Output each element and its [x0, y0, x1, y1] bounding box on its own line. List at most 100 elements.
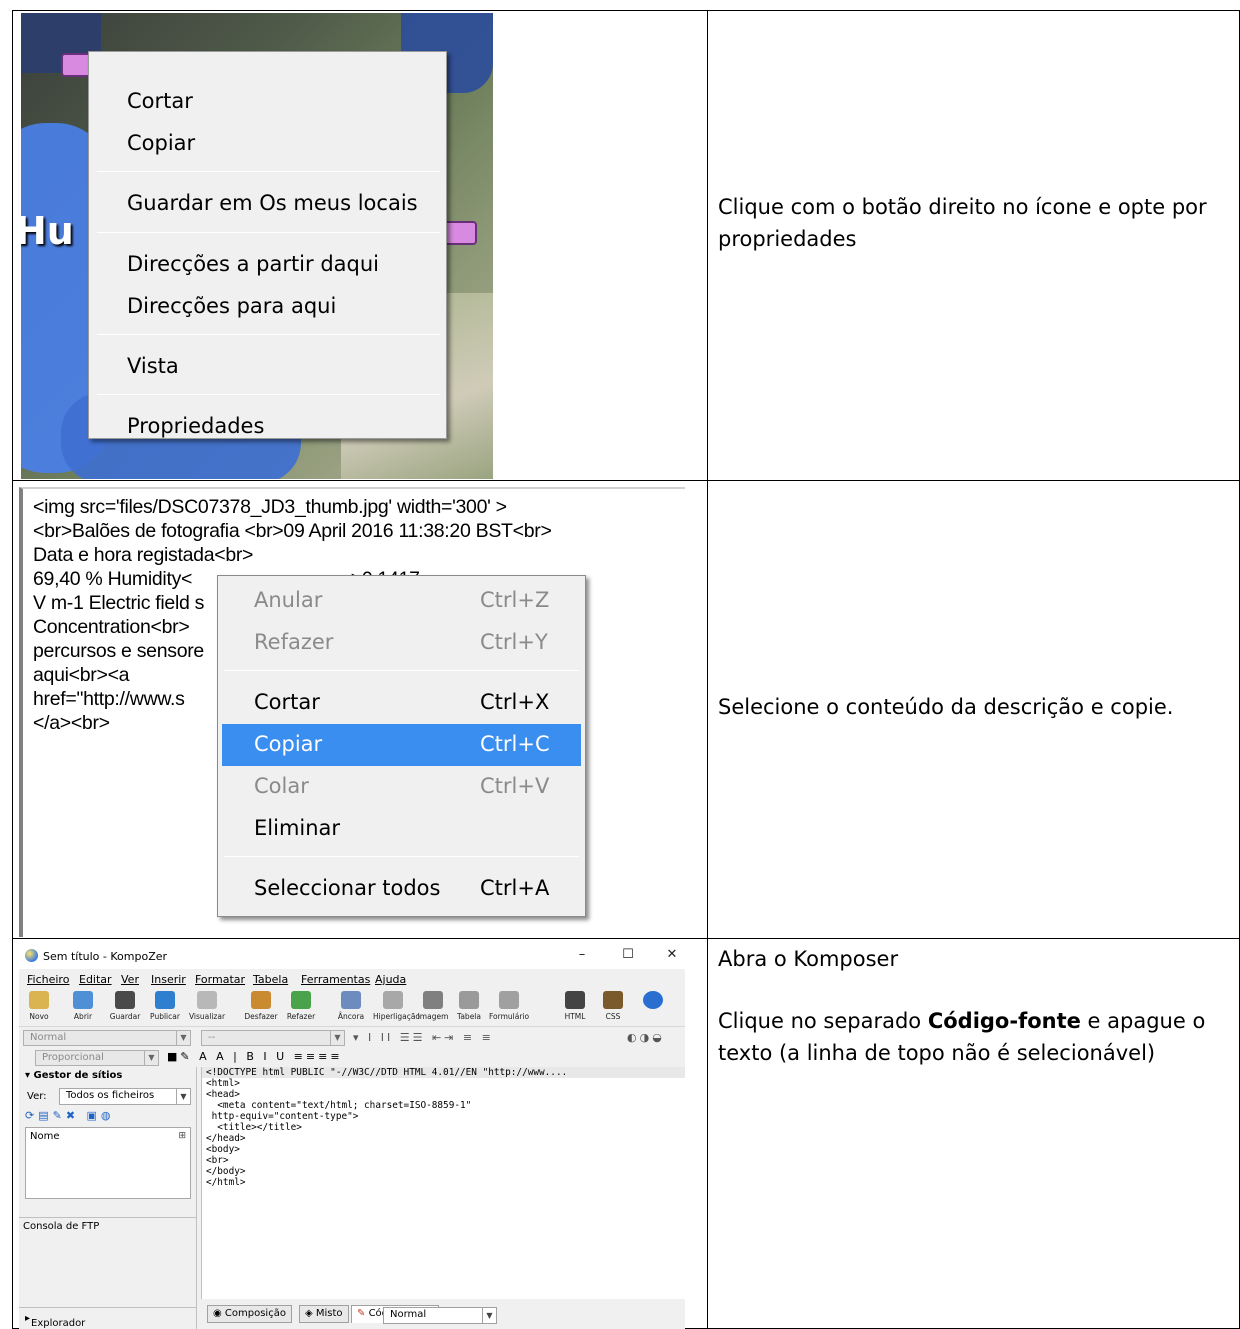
menu-editar[interactable]: Editar — [79, 973, 112, 986]
redo-icon — [291, 991, 311, 1009]
menu-ver[interactable]: Ver — [121, 973, 139, 986]
column-header-name[interactable]: Nome — [30, 1131, 60, 1142]
toolbar-link-button[interactable]: Hiperligação — [373, 991, 421, 1021]
menu-ferramentas[interactable]: Ferramentas — [301, 973, 370, 986]
toolbar-label: Formulário — [489, 1012, 530, 1021]
tab-mixed[interactable]: ◈ Misto — [299, 1305, 349, 1323]
toolbar-html-button[interactable]: HTML — [555, 991, 595, 1021]
menu-item-shortcut: Ctrl+V — [480, 774, 550, 798]
list-indent-icons[interactable]: ▾ I II ☰☰ ⇤⇥ ≡ ≡ — [353, 1031, 494, 1044]
eye-icon: ◉ — [213, 1308, 225, 1319]
maximize-button[interactable]: ☐ — [613, 947, 643, 962]
column-picker-icon[interactable]: ⊞ — [178, 1131, 186, 1141]
menu-item-cut[interactable]: Cortar — [127, 89, 193, 113]
toolbar-image-button[interactable]: Imagem — [413, 991, 453, 1021]
menu-item-directions-to[interactable]: Direcções para aqui — [127, 294, 336, 318]
toolbar-label: Hiperligação — [373, 1012, 421, 1021]
menu-item-directions-from[interactable]: Direcções a partir daqui — [127, 252, 379, 276]
menu-item-shortcut: Ctrl+Y — [480, 630, 548, 654]
view-filter-select[interactable]: Todos os ficheiros ▼ — [59, 1088, 191, 1105]
instructions-table: Hu Cortar Copiar Guardar em Os meus loca… — [12, 10, 1240, 1329]
table-icon — [459, 991, 479, 1009]
menu-item-shortcut: Ctrl+C — [480, 732, 550, 756]
source-line: <br> — [206, 1155, 229, 1166]
step-instruction: Selecione o conteúdo da descrição e copi… — [718, 695, 1174, 719]
menu-tabela[interactable]: Tabela — [253, 973, 288, 986]
toolbar-form-button[interactable]: Formulário — [489, 991, 529, 1021]
chevron-down-icon: ▼ — [176, 1089, 190, 1104]
toolbar-preview-button[interactable]: Visualizar — [187, 991, 227, 1021]
menu-item-view[interactable]: Vista — [127, 354, 179, 378]
tab-composition[interactable]: ◉ Composição — [207, 1305, 292, 1323]
menu-item-properties[interactable]: Propriedades — [127, 414, 264, 438]
format-toolbar-2: Proporcional ▼ ■✎ A A | B I U ≡≡≡≡ — [19, 1049, 685, 1069]
new-icon — [29, 991, 49, 1009]
toolbar-anchor-button[interactable]: Âncora — [331, 991, 371, 1021]
menu-ficheiro[interactable]: Ficheiro — [27, 973, 69, 986]
toolbar-table-button[interactable]: Tabela — [449, 991, 489, 1021]
menu-inserir[interactable]: Inserir — [151, 973, 186, 986]
close-button[interactable]: ✕ — [657, 947, 685, 962]
menu-item-label: Copiar — [254, 732, 323, 756]
toolbar-label: Publicar — [150, 1012, 180, 1021]
menu-item-label: Seleccionar todos — [254, 876, 441, 900]
toolbar-css-button[interactable]: CSS — [593, 991, 633, 1021]
css-icon — [603, 991, 623, 1009]
image-icon — [423, 991, 443, 1009]
toolbar-publish-button[interactable]: Publicar — [145, 991, 185, 1021]
source-icon: ✎ — [357, 1308, 369, 1319]
menu-formatar[interactable]: Formatar — [195, 973, 245, 986]
color-tools-icons[interactable]: ◐◑◒ — [627, 1031, 665, 1044]
select-value: -- — [208, 1032, 216, 1043]
source-line: <title></title> — [206, 1122, 302, 1133]
menu-item-cut[interactable]: Cortar Ctrl+X — [222, 682, 581, 724]
source-line: </body> — [206, 1166, 246, 1177]
mixed-icon: ◈ — [305, 1308, 316, 1319]
menu-separator — [97, 334, 440, 335]
chevron-down-icon: ▼ — [176, 1031, 190, 1045]
minimize-button[interactable]: – — [567, 947, 597, 962]
menu-item-select-all[interactable]: Seleccionar todos Ctrl+A — [222, 868, 581, 910]
menu-item-shortcut: Ctrl+X — [480, 690, 550, 714]
edit-mode-select[interactable]: Normal ▼ — [383, 1307, 497, 1324]
source-line: <!DOCTYPE html PUBLIC "-//W3C//DTD HTML … — [202, 1067, 685, 1078]
toolbar-new-button[interactable]: Novo — [19, 991, 59, 1021]
select-value: Normal — [390, 1309, 427, 1320]
menu-item-copy[interactable]: Copiar — [127, 131, 195, 155]
menu-item-paste[interactable]: Colar Ctrl+V — [222, 766, 581, 808]
dom-explorer-label: ▸ Explorador DOM — [25, 1313, 85, 1329]
site-manager-title-text: Gestor de sítios — [33, 1070, 123, 1081]
font-family-select[interactable]: Proporcional ▼ — [35, 1050, 159, 1066]
menu-item-copy[interactable]: Copiar Ctrl+C — [222, 724, 581, 766]
source-code-editor[interactable]: <!DOCTYPE html PUBLIC "-//W3C//DTD HTML … — [201, 1067, 685, 1299]
step-instruction-source: Clique no separado Código-fonte e apague… — [708, 975, 1239, 1069]
tab-label: Composição — [224, 1308, 286, 1319]
font-select[interactable]: -- ▼ — [201, 1030, 345, 1046]
menu-separator — [224, 670, 579, 671]
dom-explorer-panel[interactable]: ▸ Explorador DOM — [19, 1307, 197, 1329]
site-manager-action-icons[interactable]: ⟳▤✎✖ ▣◍ — [25, 1109, 115, 1122]
menu-item-delete[interactable]: Eliminar — [222, 808, 581, 850]
step-instruction: Clique com o botão direito no ícone e op… — [718, 195, 1207, 251]
toolbar-open-button[interactable]: Abrir — [63, 991, 103, 1021]
save-icon — [115, 991, 135, 1009]
menu-ajuda[interactable]: Ajuda — [375, 973, 406, 986]
site-manager-title[interactable]: ▾ Gestor de sítios — [25, 1070, 122, 1081]
row3-screenshot-cell: Sem título - KompoZer – ☐ ✕ Ficheiro Edi… — [12, 938, 708, 1329]
menu-item-undo[interactable]: Anular Ctrl+Z — [222, 580, 581, 622]
site-file-list[interactable]: Nome ⊞ — [25, 1127, 191, 1199]
menu-bar: Ficheiro Editar Ver Inserir Formatar Tab… — [19, 970, 685, 988]
menu-item-save-to-my-places[interactable]: Guardar em Os meus locais — [127, 191, 418, 215]
toolbar-label: HTML — [564, 1012, 586, 1021]
toolbar-redo-button[interactable]: Refazer — [281, 991, 321, 1021]
toolbar-label: Imagem — [417, 1012, 449, 1021]
toolbar-undo-button[interactable]: Desfazer — [241, 991, 281, 1021]
text-style-icons[interactable]: ■✎ A A | B I U ≡≡≡≡ — [167, 1050, 343, 1063]
site-manager-panel: ▾ Gestor de sítios Ver: Todos os ficheir… — [19, 1067, 197, 1329]
toolbar-save-button[interactable]: Guardar — [105, 991, 145, 1021]
toolbar-globe-button[interactable] — [633, 991, 673, 1012]
toolbar-label: Guardar — [109, 1012, 141, 1021]
paragraph-format-select[interactable]: Normal ▼ — [23, 1030, 191, 1046]
menu-item-redo[interactable]: Refazer Ctrl+Y — [222, 622, 581, 664]
ftp-console-label[interactable]: Consola de FTP — [23, 1221, 99, 1232]
